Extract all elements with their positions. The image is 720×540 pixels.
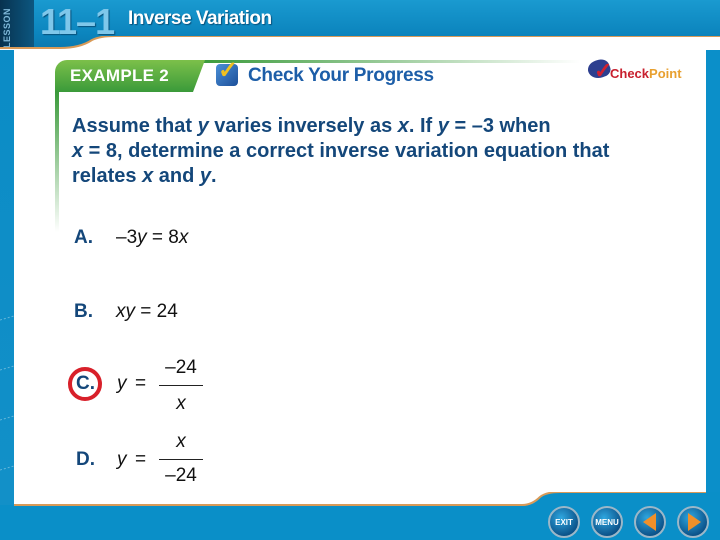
decorative-grid — [0, 315, 14, 521]
banner-left-rule — [55, 92, 59, 232]
option-c-denominator: x — [176, 393, 186, 414]
q-var: x — [142, 165, 154, 187]
q-part: = –3 when — [448, 115, 551, 137]
previous-arrow-icon — [642, 513, 656, 531]
checkmark-icon: ✓ — [218, 57, 239, 84]
q-part: Assume that — [72, 115, 198, 137]
menu-button[interactable]: MENU — [591, 506, 623, 538]
checkpoint-check-word: Check — [610, 66, 650, 81]
option-a-var: x — [178, 227, 189, 248]
option-b-text[interactable]: xy = 24 — [116, 301, 178, 323]
next-button[interactable] — [677, 506, 709, 538]
option-b-var: xy — [116, 301, 135, 322]
q-var: y — [437, 115, 449, 137]
q-part: varies inversely as — [208, 115, 398, 137]
q-var: y — [197, 115, 209, 137]
check-your-progress-title: Check Your Progress — [248, 65, 434, 86]
option-c-letter[interactable]: C. — [76, 373, 95, 395]
fraction-bar — [159, 385, 203, 386]
footer-orange-rule — [14, 504, 534, 506]
option-d-numerator: x — [176, 431, 186, 452]
option-a-letter[interactable]: A. — [74, 227, 93, 249]
option-c-equals: = — [135, 373, 147, 394]
exit-button[interactable]: EXIT — [548, 506, 580, 538]
example-label: EXAMPLE 2 — [70, 66, 170, 85]
left-frame — [0, 40, 14, 521]
header-swoosh — [0, 36, 720, 50]
option-d-y: y — [117, 449, 127, 470]
option-d-letter[interactable]: D. — [76, 449, 95, 471]
lesson-title: Inverse Variation — [128, 8, 272, 29]
q-part: . — [210, 165, 217, 187]
option-b-letter[interactable]: B. — [74, 301, 93, 323]
option-d-equals: = — [135, 449, 147, 470]
banner-rule — [200, 60, 580, 63]
q-part: . If — [408, 115, 438, 137]
exit-label: EXIT — [555, 517, 573, 527]
fraction-bar — [159, 459, 203, 460]
option-a-var: y — [137, 227, 147, 248]
lesson-header: LESSON 11–1 Inverse Variation — [0, 0, 720, 50]
menu-label: MENU — [595, 517, 619, 527]
option-a-text[interactable]: –3y = 8x — [116, 227, 188, 249]
option-c-numerator: –24 — [165, 357, 197, 378]
option-c-y: y — [117, 373, 127, 394]
right-frame — [706, 40, 720, 505]
q-var: x — [72, 140, 84, 162]
q-part: and — [153, 165, 200, 187]
option-d-equation[interactable]: y = x –24 — [117, 431, 207, 499]
option-a-coef: –3 — [116, 227, 138, 248]
checkpoint-text: CheckPoint — [610, 66, 682, 81]
previous-button[interactable] — [634, 506, 666, 538]
checkpoint-point-word: Point — [649, 66, 682, 81]
option-d-denominator: –24 — [165, 465, 197, 486]
question-text: Assume that y varies inversely as x. If … — [72, 114, 672, 189]
option-b-rhs: = 24 — [135, 301, 178, 322]
next-arrow-icon — [688, 513, 701, 531]
checkpoint-logo: ✓ CheckPoint — [585, 56, 688, 88]
q-var: x — [397, 115, 409, 137]
option-c-equation[interactable]: y = –24 x — [117, 357, 207, 423]
option-a-rhs: = 8 — [146, 227, 179, 248]
q-var: y — [199, 165, 211, 187]
